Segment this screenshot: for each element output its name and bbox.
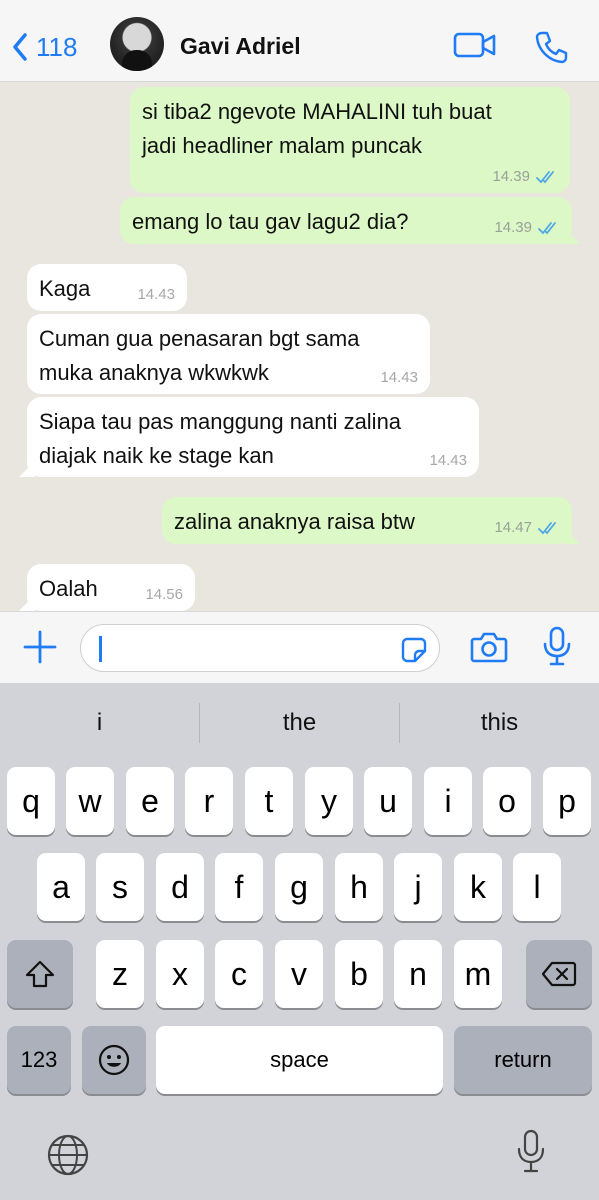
message-time: 14.39 <box>494 219 532 236</box>
bubble-tail <box>19 595 35 611</box>
message-bubble-outgoing[interactable]: si tiba2 ngevote MAHALINI tuh buat jadi … <box>130 87 570 193</box>
microphone-icon <box>543 626 571 666</box>
message-time: 14.43 <box>429 452 467 469</box>
message-text: jadi headliner malam puncak <box>142 133 423 158</box>
message-time: 14.43 <box>380 369 418 386</box>
message-time: 14.43 <box>137 286 175 303</box>
message-text: Siapa tau pas manggung nanti zalina <box>39 409 402 434</box>
key-q[interactable]: q <box>7 767 55 835</box>
message-bubble-incoming[interactable]: Cuman gua penasaran bgt sama muka anakny… <box>27 314 430 394</box>
contact-name[interactable]: Gavi Adriel <box>180 33 301 60</box>
space-key[interactable]: space <box>156 1026 443 1094</box>
key-c[interactable]: c <box>215 940 263 1008</box>
message-time: 14.47 <box>494 519 532 536</box>
bubble-tail <box>19 461 35 477</box>
key-p[interactable]: p <box>543 767 591 835</box>
suggestion-3[interactable]: this <box>400 703 599 763</box>
globe-icon <box>47 1134 89 1176</box>
bubble-tail <box>564 528 580 544</box>
shift-icon <box>25 960 55 988</box>
key-z[interactable]: z <box>96 940 144 1008</box>
message-input[interactable] <box>80 624 440 672</box>
shift-key[interactable] <box>7 940 73 1008</box>
backspace-key[interactable] <box>526 940 592 1008</box>
key-v[interactable]: v <box>275 940 323 1008</box>
key-n[interactable]: n <box>394 940 442 1008</box>
key-u[interactable]: u <box>364 767 412 835</box>
camera-button[interactable] <box>470 630 508 669</box>
key-m[interactable]: m <box>454 940 502 1008</box>
message-bubble-incoming[interactable]: Kaga 14.43 <box>27 264 187 311</box>
message-time: 14.39 <box>492 168 530 185</box>
key-h[interactable]: h <box>335 853 383 921</box>
key-w[interactable]: w <box>66 767 114 835</box>
backspace-icon <box>541 961 577 987</box>
plus-icon <box>23 630 57 664</box>
sticker-button[interactable] <box>401 637 427 668</box>
key-b[interactable]: b <box>335 940 383 1008</box>
back-button[interactable]: 118 <box>12 28 77 66</box>
avatar[interactable] <box>110 17 164 71</box>
voice-message-button[interactable] <box>542 626 572 673</box>
message-text: muka anaknya wkwkwk <box>39 360 269 385</box>
numbers-key[interactable]: 123 <box>7 1026 71 1094</box>
emoji-key[interactable] <box>82 1026 146 1094</box>
voice-call-button[interactable] <box>534 30 568 69</box>
key-k[interactable]: k <box>454 853 502 921</box>
key-x[interactable]: x <box>156 940 204 1008</box>
video-call-button[interactable] <box>453 30 497 65</box>
key-r[interactable]: r <box>185 767 233 835</box>
key-l[interactable]: l <box>513 853 561 921</box>
suggestion-1[interactable]: i <box>0 703 199 763</box>
key-o[interactable]: o <box>483 767 531 835</box>
key-d[interactable]: d <box>156 853 204 921</box>
key-e[interactable]: e <box>126 767 174 835</box>
key-i[interactable]: i <box>424 767 472 835</box>
keyboard: i the this q w e r t y u i o p a s d f g… <box>0 683 599 1200</box>
emoji-icon <box>98 1044 130 1076</box>
message-bubble-incoming[interactable]: Siapa tau pas manggung nanti zalina diaj… <box>19 397 479 477</box>
dictation-button[interactable] <box>516 1129 546 1180</box>
bubble-tail <box>564 228 580 244</box>
message-bubble-outgoing[interactable]: zalina anaknya raisa btw 14.47 <box>162 497 580 544</box>
chevron-left-icon <box>13 33 27 61</box>
camera-icon <box>470 632 508 663</box>
phone-icon <box>535 31 568 64</box>
return-key[interactable]: return <box>454 1026 592 1094</box>
text-cursor <box>99 636 102 662</box>
message-composer <box>0 611 599 683</box>
video-camera-icon <box>453 32 496 58</box>
key-g[interactable]: g <box>275 853 323 921</box>
microphone-icon <box>517 1129 545 1173</box>
key-t[interactable]: t <box>245 767 293 835</box>
globe-button[interactable] <box>46 1133 90 1182</box>
message-text: diajak naik ke stage kan <box>39 443 274 468</box>
read-ticks-icon <box>538 222 556 235</box>
key-y[interactable]: y <box>305 767 353 835</box>
sticker-icon <box>401 637 427 663</box>
key-j[interactable]: j <box>394 853 442 921</box>
message-text: Cuman gua penasaran bgt sama <box>39 326 360 351</box>
message-bubble-incoming[interactable]: Oalah 14.56 <box>19 564 195 611</box>
message-list[interactable]: si tiba2 ngevote MAHALINI tuh buat jadi … <box>0 83 599 611</box>
message-bubble-outgoing[interactable]: emang lo tau gav lagu2 dia? 14.39 <box>120 197 580 244</box>
message-text: si tiba2 ngevote MAHALINI tuh buat <box>142 99 492 124</box>
chat-header: 118 Gavi Adriel <box>0 0 599 82</box>
read-ticks-icon <box>538 522 556 535</box>
key-s[interactable]: s <box>96 853 144 921</box>
key-a[interactable]: a <box>37 853 85 921</box>
key-f[interactable]: f <box>215 853 263 921</box>
attach-button[interactable] <box>22 629 58 670</box>
suggestion-2[interactable]: the <box>200 703 399 763</box>
message-time: 14.56 <box>145 586 183 603</box>
unread-count: 118 <box>36 31 78 62</box>
read-ticks-icon <box>536 171 554 184</box>
